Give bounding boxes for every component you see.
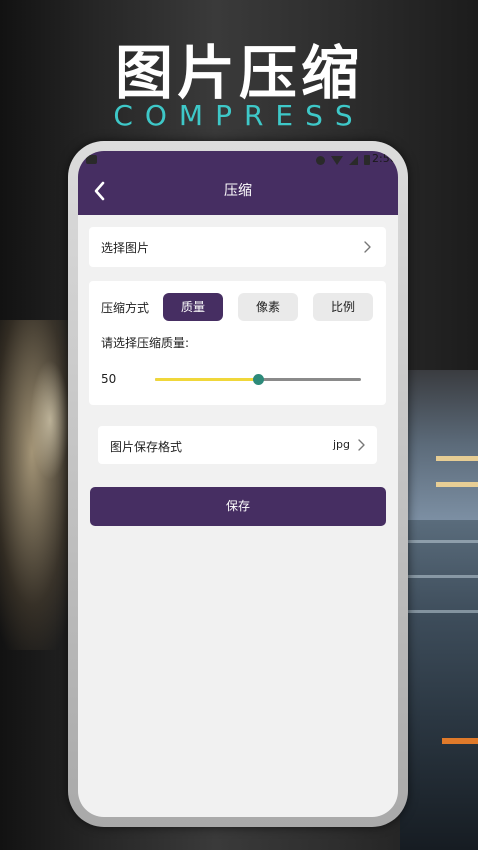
compress-method-card: 压缩方式 质量 像素 比例 请选择压缩质量: 50 [89,281,386,405]
background-sky [400,370,478,520]
background-sea [400,520,478,850]
background-light-beam [436,456,478,461]
signal-icon [349,155,358,165]
headline-subtitle: COMPRESS [113,99,365,132]
app-bar: 2:56 压缩 [78,151,398,215]
background-wave [405,610,478,613]
compress-method-label: 压缩方式 [101,301,150,315]
background-glow-highlight [30,360,70,480]
save-format-value: jpg [333,438,351,451]
save-format-row[interactable]: 图片保存格式 jpg [98,426,377,464]
do-not-disturb-icon [316,155,325,165]
save-format-label: 图片保存格式 [110,440,183,454]
wifi-icon [331,155,343,165]
status-bar: 2:56 [78,151,398,169]
phone-screen: 2:56 压缩 选择图片 压缩方式 质量 像素 比例 请选择压缩质量: 50 图… [78,151,398,817]
option-pixel-button[interactable]: 像素 [238,293,298,321]
status-icons [316,154,370,166]
quality-slider-fill [155,378,258,381]
option-ratio-button[interactable]: 比例 [313,293,373,321]
notification-icon [86,155,97,164]
screenshot-page: 图片压缩 COMPRESS 2:56 压缩 选择图片 压缩方式 质量 像素 比例… [0,0,478,850]
chevron-right-icon [364,241,371,253]
background-light-beam [436,482,478,487]
option-quality-button[interactable]: 质量 [163,293,223,321]
quality-slider-thumb[interactable] [253,374,264,385]
chevron-right-icon [358,439,365,451]
background-light [442,738,478,744]
headline-title: 图片压缩 [114,39,363,107]
background-wave [405,575,478,578]
battery-icon [364,155,370,165]
select-image-label: 选择图片 [101,241,150,255]
quality-value: 50 [101,372,117,386]
page-title: 压缩 [224,183,252,199]
select-image-row[interactable]: 选择图片 [89,227,386,267]
background-wave [405,540,478,543]
save-button[interactable]: 保存 [90,487,386,526]
status-time: 2:56 [372,152,397,165]
quality-prompt: 请选择压缩质量: [101,336,190,350]
